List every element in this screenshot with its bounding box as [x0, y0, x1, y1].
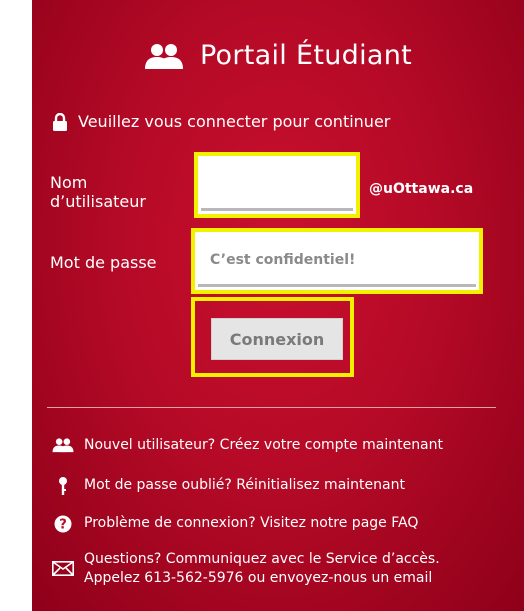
link-contact-line1: Questions? Communiquez avec le Service d…: [84, 551, 440, 567]
connexion-button[interactable]: Connexion: [211, 318, 343, 360]
link-forgot-password-text: Mot de passe oublié? Réinitialisez maint…: [84, 477, 405, 493]
password-label: Mot de passe: [50, 253, 157, 272]
link-new-user-text: Nouvel utilisateur? Créez votre compte m…: [84, 437, 444, 453]
login-panel: Portail Étudiant Veuillez vous connecter…: [32, 0, 524, 611]
link-contact[interactable]: Questions? Communiquez avec le Service d…: [52, 550, 440, 588]
password-input[interactable]: [198, 235, 476, 287]
users-icon: [52, 436, 74, 453]
login-subtitle: Veuillez vous connecter pour continuer: [52, 112, 390, 131]
link-contact-text: Questions? Communiquez avec le Service d…: [84, 550, 440, 588]
username-input[interactable]: [201, 159, 353, 211]
svg-text:?: ?: [59, 518, 67, 533]
password-field-wrapper: [191, 228, 483, 294]
link-forgot-password[interactable]: Mot de passe oublié? Réinitialisez maint…: [52, 476, 405, 495]
portal-header: Portail Étudiant: [32, 40, 524, 71]
page-title: Portail Étudiant: [199, 40, 413, 71]
username-domain-suffix: @uOttawa.ca: [369, 181, 474, 197]
username-field-wrapper: [194, 152, 360, 218]
divider: [47, 407, 496, 408]
question-icon: ?: [52, 514, 74, 533]
key-icon: [52, 476, 74, 495]
envelope-icon: [52, 550, 74, 576]
username-label-line1: Nom: [50, 173, 88, 192]
lock-icon: [52, 112, 68, 131]
link-contact-line2: Appelez 613-562-5976 ou envoyez-nous un …: [84, 570, 433, 586]
submit-button-wrapper: Connexion: [191, 297, 354, 377]
link-faq-text: Problème de connexion? Visitez notre pag…: [84, 515, 419, 531]
username-label-line2: d’utilisateur: [50, 192, 146, 211]
users-icon: [144, 42, 184, 70]
link-new-user[interactable]: Nouvel utilisateur? Créez votre compte m…: [52, 436, 443, 455]
username-label: Nom d’utilisateur: [50, 173, 146, 211]
link-faq[interactable]: ? Problème de connexion? Visitez notre p…: [52, 514, 418, 533]
subtitle-text: Veuillez vous connecter pour continuer: [78, 112, 391, 131]
